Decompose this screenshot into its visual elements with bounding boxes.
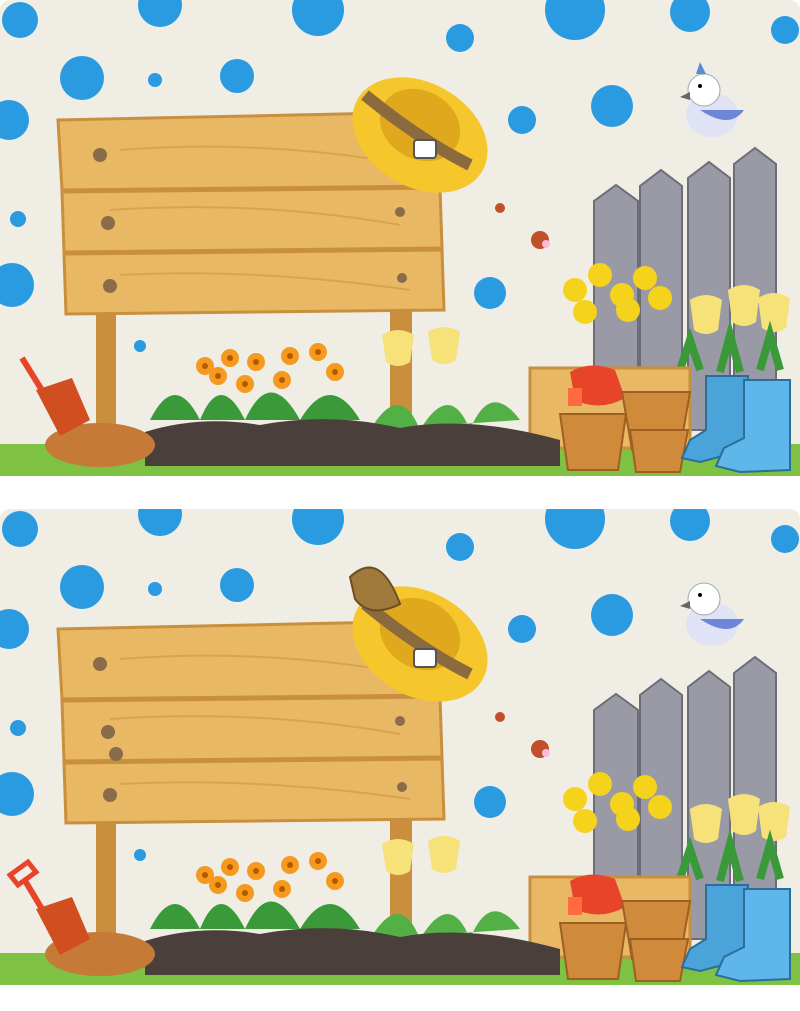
puzzle-panel-original[interactable]: [0, 0, 800, 497]
scene-original[interactable]: [0, 0, 800, 497]
scene-altered[interactable]: [0, 509, 800, 1006]
extra-nail[interactable]: [109, 747, 123, 761]
soil-mound: [45, 928, 560, 976]
panel-divider: [0, 497, 800, 509]
puzzle-panel-altered[interactable]: [0, 509, 800, 1006]
soil-mound: [45, 419, 560, 467]
